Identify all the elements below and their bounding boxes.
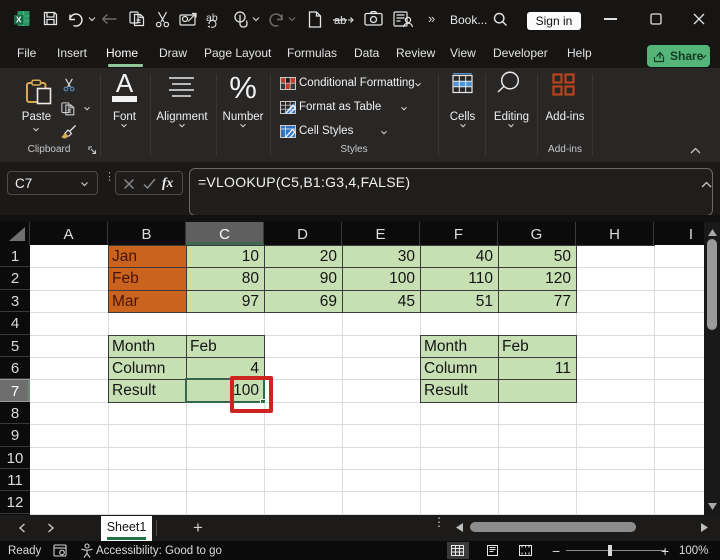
svg-text:ab: ab <box>334 15 346 27</box>
svg-text:X: X <box>16 15 22 25</box>
